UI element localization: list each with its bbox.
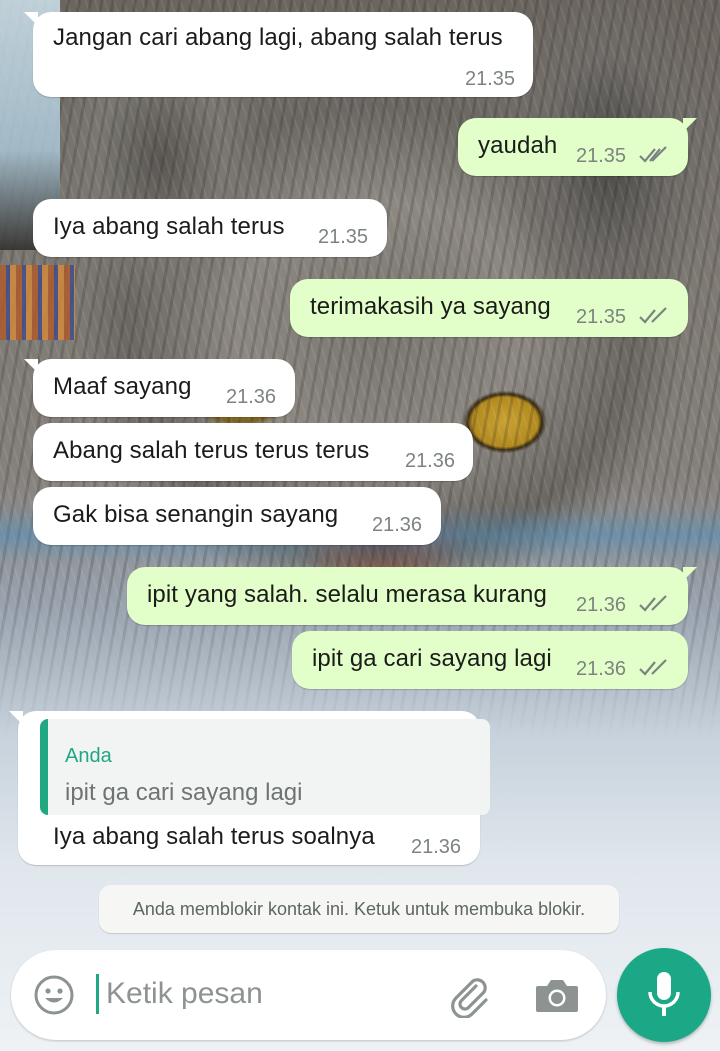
blocked-contact-notice[interactable]: Anda memblokir kontak ini. Ketuk untuk m… xyxy=(99,885,619,933)
incoming-message[interactable]: Iya abang salah terus 21.35 xyxy=(33,199,387,257)
message-time: 21.35 xyxy=(465,68,516,90)
double-check-icon xyxy=(639,659,667,676)
double-check-icon xyxy=(639,595,667,612)
camera-icon[interactable] xyxy=(534,974,580,1016)
incoming-reply-message[interactable]: Anda ipit ga cari sayang lagi Iya abang … xyxy=(9,711,490,865)
incoming-message[interactable]: Abang salah terus terus terus 21.36 xyxy=(33,423,473,481)
message-time: 21.36 xyxy=(405,450,456,472)
quote-text: ipit ga cari sayang lagi xyxy=(65,779,303,806)
message-time: 21.36 xyxy=(372,514,423,536)
double-check-icon xyxy=(639,307,667,324)
message-text: Iya abang salah terus xyxy=(53,213,285,240)
message-input-placeholder[interactable]: Ketik pesan xyxy=(106,977,263,1011)
message-time: 21.36 xyxy=(411,836,462,858)
message-text: Abang salah terus terus terus xyxy=(53,437,370,464)
message-text: Jangan cari abang lagi, abang salah teru… xyxy=(53,24,503,51)
message-text: Maaf sayang xyxy=(53,373,192,400)
message-time: 21.36 xyxy=(576,658,627,680)
message-time: 21.35 xyxy=(576,145,627,167)
message-text: ipit ga cari sayang lagi xyxy=(312,645,552,672)
incoming-message[interactable]: Gak bisa senangin sayang 21.36 xyxy=(33,487,441,545)
quote-author: Anda xyxy=(65,745,112,767)
outgoing-message[interactable]: ipit yang salah. selalu merasa kurang 21… xyxy=(127,567,697,625)
incoming-message[interactable]: Jangan cari abang lagi, abang salah teru… xyxy=(24,12,533,97)
outgoing-message[interactable]: ipit ga cari sayang lagi 21.36 xyxy=(292,631,688,689)
emoji-icon[interactable] xyxy=(33,974,75,1016)
message-text: yaudah xyxy=(478,132,558,159)
message-time: 21.36 xyxy=(226,386,277,408)
message-text: Iya abang salah terus soalnya xyxy=(53,823,375,850)
mic-icon xyxy=(648,972,680,1016)
double-check-icon xyxy=(639,146,667,163)
outgoing-message[interactable]: yaudah 21.35 xyxy=(458,118,697,176)
message-time: 21.35 xyxy=(576,306,627,328)
message-time: 21.36 xyxy=(576,594,627,616)
voice-record-button[interactable] xyxy=(617,948,711,1042)
text-cursor xyxy=(96,974,99,1014)
message-text: ipit yang salah. selalu merasa kurang xyxy=(147,581,547,608)
outgoing-message[interactable]: terimakasih ya sayang 21.35 xyxy=(290,279,688,337)
message-text: Gak bisa senangin sayang xyxy=(53,501,339,528)
incoming-message[interactable]: Maaf sayang 21.36 xyxy=(24,359,295,417)
message-composer[interactable]: Ketik pesan xyxy=(11,950,606,1040)
quoted-message[interactable]: Anda ipit ga cari sayang lagi xyxy=(40,719,490,815)
paperclip-icon[interactable] xyxy=(446,972,492,1018)
wallpaper-detail xyxy=(0,265,75,340)
message-time: 21.35 xyxy=(318,226,369,248)
message-text: terimakasih ya sayang xyxy=(310,293,551,320)
quote-accent-bar xyxy=(40,719,48,815)
